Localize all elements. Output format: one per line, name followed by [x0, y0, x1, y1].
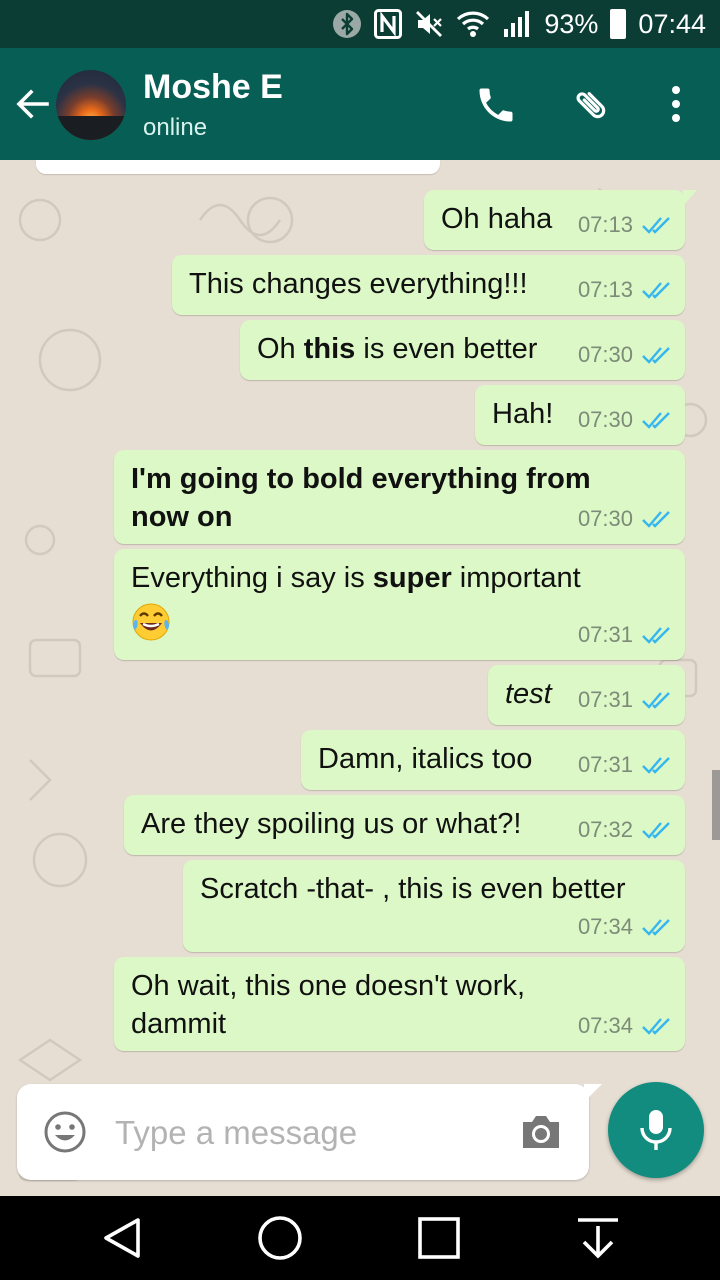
read-receipt-icon	[642, 692, 670, 709]
chat-header: Moshe E online	[0, 48, 720, 160]
message-bubble[interactable]: I'm going to bold everything from now on…	[114, 450, 685, 544]
phone-icon[interactable]	[474, 83, 518, 127]
contact-status: online	[143, 114, 208, 141]
read-receipt-icon	[642, 1018, 670, 1035]
recents-square-icon[interactable]	[411, 1210, 467, 1266]
mute-icon	[414, 9, 444, 39]
message-text: Oh this is even better	[257, 333, 538, 365]
message-bubble[interactable]: Damn, italics too 07:31	[301, 730, 685, 790]
message-bubble[interactable]: Hah! 07:30	[475, 385, 685, 445]
scrollbar[interactable]	[712, 770, 720, 840]
paperclip-icon[interactable]	[568, 81, 616, 129]
message-time: 07:34	[577, 1013, 633, 1038]
read-receipt-icon	[642, 282, 670, 299]
status-time: 07:44	[638, 8, 706, 39]
notification-pull-icon[interactable]	[570, 1210, 626, 1266]
read-receipt-icon	[642, 757, 670, 774]
message-input[interactable]	[113, 1108, 497, 1158]
contact-name[interactable]: Moshe E	[143, 68, 283, 107]
wifi-icon	[456, 10, 490, 38]
read-receipt-icon	[642, 217, 670, 234]
message-time: 07:31	[577, 752, 633, 777]
message-text: Everything i say is super important	[131, 562, 581, 594]
message-bubble[interactable]: test 07:31	[488, 665, 685, 725]
home-circle-icon[interactable]	[252, 1210, 308, 1266]
message-text: Oh wait, this one doesn't work, dammit	[131, 970, 526, 1040]
message-time: 07:30	[577, 342, 633, 367]
message-time: 07:31	[577, 622, 633, 647]
back-arrow-icon[interactable]	[14, 86, 50, 122]
message-time: 07:30	[577, 407, 633, 432]
bold-text: super	[372, 562, 452, 594]
bold-text: this	[303, 333, 356, 365]
message-composer	[17, 1084, 589, 1180]
read-receipt-icon	[642, 347, 670, 364]
more-vert-icon[interactable]	[664, 84, 688, 124]
read-receipt-icon	[642, 511, 670, 528]
message-text: Damn, italics too	[318, 743, 533, 775]
message-time: 07:32	[577, 817, 633, 842]
message-time: 07:13	[577, 277, 633, 302]
message-text: I'm going to bold everything from now on	[131, 463, 591, 533]
message-bubble[interactable]: Are they spoiling us or what?! 07:32	[124, 795, 685, 855]
message-time: 07:13	[577, 212, 633, 237]
mic-icon	[640, 1110, 672, 1150]
read-receipt-icon	[642, 822, 670, 839]
emoji-icon[interactable]	[43, 1110, 87, 1154]
message-bubble[interactable]: Scratch -that- , this is even better 07:…	[183, 860, 685, 952]
message-text: Oh haha	[441, 203, 553, 235]
message-text: Are they spoiling us or what?!	[141, 808, 522, 840]
read-receipt-icon	[642, 919, 670, 936]
message-bubble[interactable]: Oh this is even better 07:30	[240, 320, 685, 380]
nfc-icon	[374, 9, 403, 39]
battery-icon	[610, 9, 627, 39]
message-text: Scratch -that- , this is even better	[200, 873, 626, 905]
mic-button[interactable]	[608, 1082, 704, 1178]
message-bubble[interactable]: This changes everything!!! 07:13	[172, 255, 685, 315]
camera-icon[interactable]	[519, 1112, 563, 1152]
message-text: test	[505, 678, 552, 710]
message-time: 07:34	[577, 914, 633, 939]
system-nav-bar	[0, 1196, 720, 1280]
message-bubble[interactable]: Oh haha 07:13	[424, 190, 697, 250]
read-receipt-icon	[642, 627, 670, 644]
message-time: 07:30	[577, 506, 633, 531]
back-triangle-icon[interactable]	[96, 1210, 152, 1266]
avatar[interactable]	[56, 70, 126, 140]
message-bubble[interactable]: Everything i say is super important 07:3…	[114, 549, 685, 660]
status-bar: 93% 07:44	[0, 0, 720, 48]
face-with-tears-of-joy-icon	[132, 603, 170, 641]
previous-message-bubble	[36, 160, 440, 174]
message-time: 07:31	[577, 687, 633, 712]
read-receipt-icon	[642, 412, 670, 429]
signal-icon	[502, 9, 532, 39]
message-text: Hah!	[492, 398, 554, 430]
message-list[interactable]: Oh haha 07:13 This changes everything!!!…	[0, 160, 720, 1196]
message-bubble[interactable]: Oh wait, this one doesn't work, dammit 0…	[114, 957, 685, 1051]
bluetooth-icon	[332, 9, 362, 39]
battery-percent: 93%	[544, 8, 599, 39]
message-text: This changes everything!!!	[189, 268, 528, 300]
